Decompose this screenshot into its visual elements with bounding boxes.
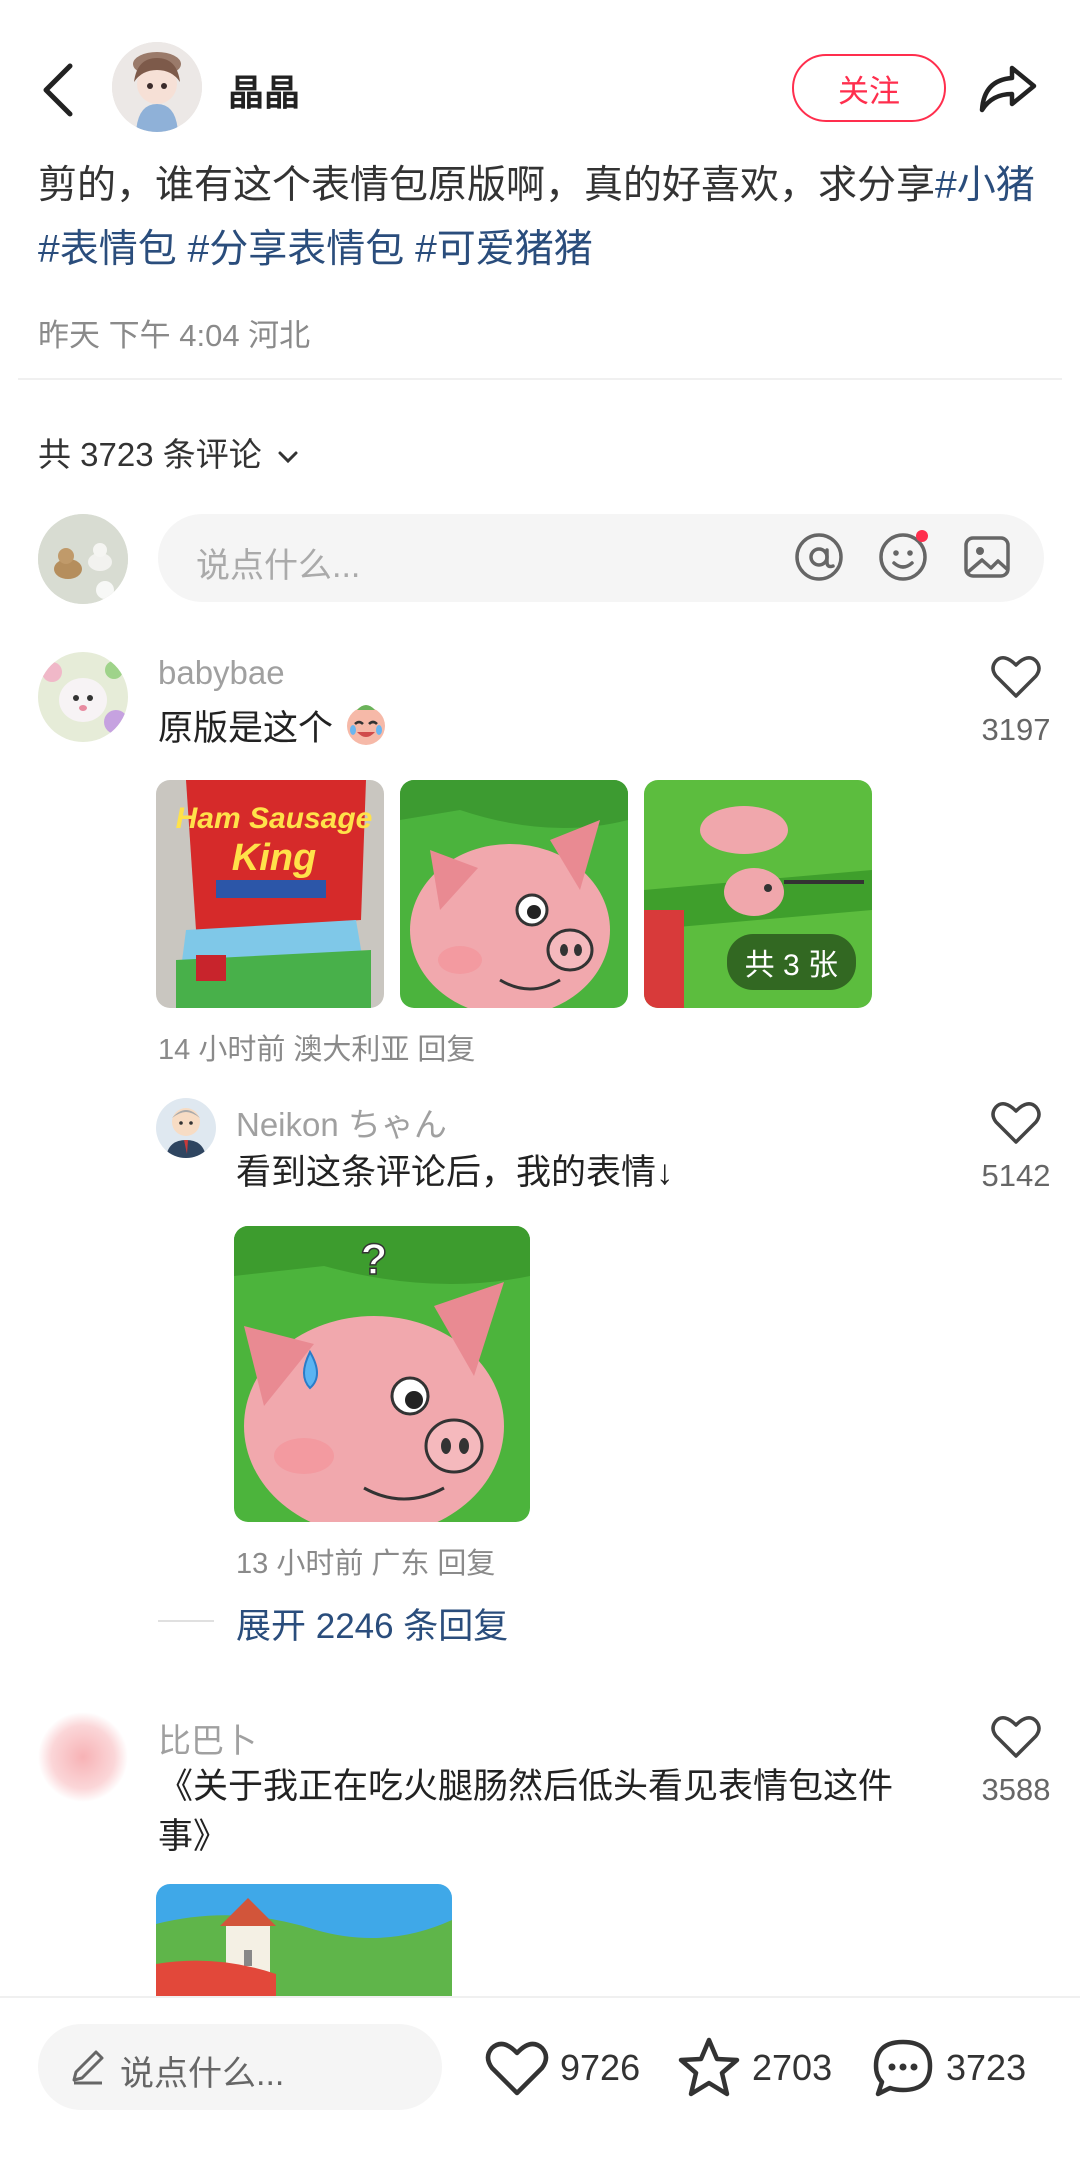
post-like-count: 9726 — [560, 2047, 641, 2088]
reply-meta[interactable]: 13 小时前 广东 回复 — [236, 1540, 495, 1582]
current-user-avatar — [38, 514, 128, 604]
reply-like-button[interactable] — [990, 1098, 1042, 1151]
reply-like-count: 5142 — [981, 1158, 1051, 1193]
hashtag[interactable]: #表情包 — [38, 228, 177, 271]
post-meta: 昨天 下午 4:04 河北 — [38, 318, 311, 353]
comment-count-toggle[interactable]: 共 3723 条评论 — [38, 428, 299, 476]
comment-username[interactable]: 比巴卜 — [158, 1714, 257, 1762]
comment-text: 原版是这个 — [158, 702, 389, 754]
post-comment-count: 3723 — [946, 2047, 1027, 2088]
comment-image-thumbnail[interactable]: Ham Sausage King — [156, 780, 384, 1008]
back-chevron-icon — [43, 63, 73, 117]
heart-outline-icon — [485, 2041, 549, 2096]
reply-username[interactable]: Neikon ちゃん — [236, 1098, 447, 1146]
comment-image-thumbnail[interactable] — [400, 780, 628, 1008]
comment-bubble-icon — [873, 2039, 933, 2097]
comment-image-thumbnail[interactable] — [156, 1884, 452, 1996]
at-icon — [795, 533, 843, 581]
castle-landscape-image — [156, 1884, 452, 1996]
mention-button[interactable] — [792, 530, 846, 589]
hashtag[interactable]: #分享表情包 — [188, 228, 405, 271]
share-arrow-icon — [979, 65, 1037, 113]
bottom-input-placeholder: 说点什么... — [120, 2055, 285, 2093]
image-button[interactable] — [960, 530, 1014, 589]
comment-count-label: 共 3723 条评论 — [38, 436, 262, 473]
more-images-badge: 共 3 张 — [726, 934, 856, 990]
comment-input-placeholder: 说点什么... — [196, 547, 361, 585]
commenter-avatar[interactable] — [38, 652, 128, 742]
share-button[interactable] — [976, 56, 1040, 120]
post-body: 剪的，谁有这个表情包原版啊，真的好喜欢，求分享 — [38, 164, 936, 207]
crying-laughing-emoji-icon — [346, 705, 385, 745]
sweating-pig-image: ? — [234, 1226, 530, 1522]
divider — [18, 378, 1062, 380]
pink-pig-closeup-image — [400, 780, 628, 1008]
comment-button[interactable]: 3723 — [870, 2036, 1026, 2100]
author-name[interactable]: 晶晶 — [228, 64, 300, 116]
post-text: 剪的，谁有这个表情包原版啊，真的好喜欢，求分享#小猪 #表情包 #分享表情包 #… — [38, 154, 1048, 282]
pencil-icon-wrap — [68, 2046, 108, 2091]
heart-outline-icon — [991, 1102, 1041, 1144]
expand-replies-link[interactable]: 展开 2246 条回复 — [236, 1598, 508, 1649]
heart-outline-icon — [991, 656, 1041, 698]
author-avatar-image — [112, 42, 202, 132]
comment-like-count: 3197 — [981, 712, 1051, 747]
comment-image-thumbnail[interactable]: 共 3 张 — [644, 780, 872, 1008]
package-label-top: Ham Sausage — [176, 802, 373, 835]
comment-like-button[interactable] — [990, 1712, 1042, 1765]
hashtag[interactable]: #可爱猪猪 — [415, 228, 593, 271]
comment-text: 《关于我正在吃火腿肠然后低头看见表情包这件事》 — [158, 1767, 894, 1856]
collect-button[interactable]: 2703 — [676, 2036, 832, 2100]
reply-image[interactable]: ? — [234, 1226, 530, 1522]
comment-username[interactable]: babybae — [158, 654, 285, 692]
smiley-icon — [879, 530, 928, 581]
comment-meta[interactable]: 14 小时前 澳大利亚 回复 — [158, 1026, 475, 1068]
star-outline-icon — [678, 2037, 740, 2097]
hashtag[interactable]: #小猪 — [935, 164, 1035, 207]
chevron-down-icon — [278, 451, 298, 464]
replier-avatar[interactable] — [156, 1098, 216, 1158]
comment-like-count: 3588 — [981, 1772, 1051, 1807]
back-button[interactable] — [34, 58, 84, 122]
emoji-button[interactable] — [876, 530, 930, 589]
ham-sausage-package-image: Ham Sausage King — [156, 780, 384, 1008]
heart-outline-icon — [991, 1716, 1041, 1758]
like-post-button[interactable]: 9726 — [484, 2038, 640, 2098]
question-mark: ? — [361, 1235, 388, 1284]
commenter-avatar[interactable] — [38, 1712, 128, 1802]
image-icon — [964, 536, 1010, 578]
reply-text: 看到这条评论后，我的表情↓ — [236, 1153, 674, 1192]
author-avatar[interactable] — [112, 42, 202, 132]
replier-avatar-image — [156, 1098, 216, 1158]
comment-like-button[interactable] — [990, 652, 1042, 705]
pencil-icon — [72, 2050, 104, 2085]
expand-divider — [158, 1620, 214, 1622]
post-collect-count: 2703 — [752, 2047, 833, 2088]
comment-body: 原版是这个 — [158, 709, 334, 748]
current-user-avatar-image — [38, 514, 128, 604]
package-label-bottom: King — [232, 837, 316, 879]
commenter-avatar-image — [38, 652, 128, 742]
blurred-avatar-image — [38, 1712, 128, 1802]
follow-button[interactable]: 关注 — [792, 54, 946, 122]
